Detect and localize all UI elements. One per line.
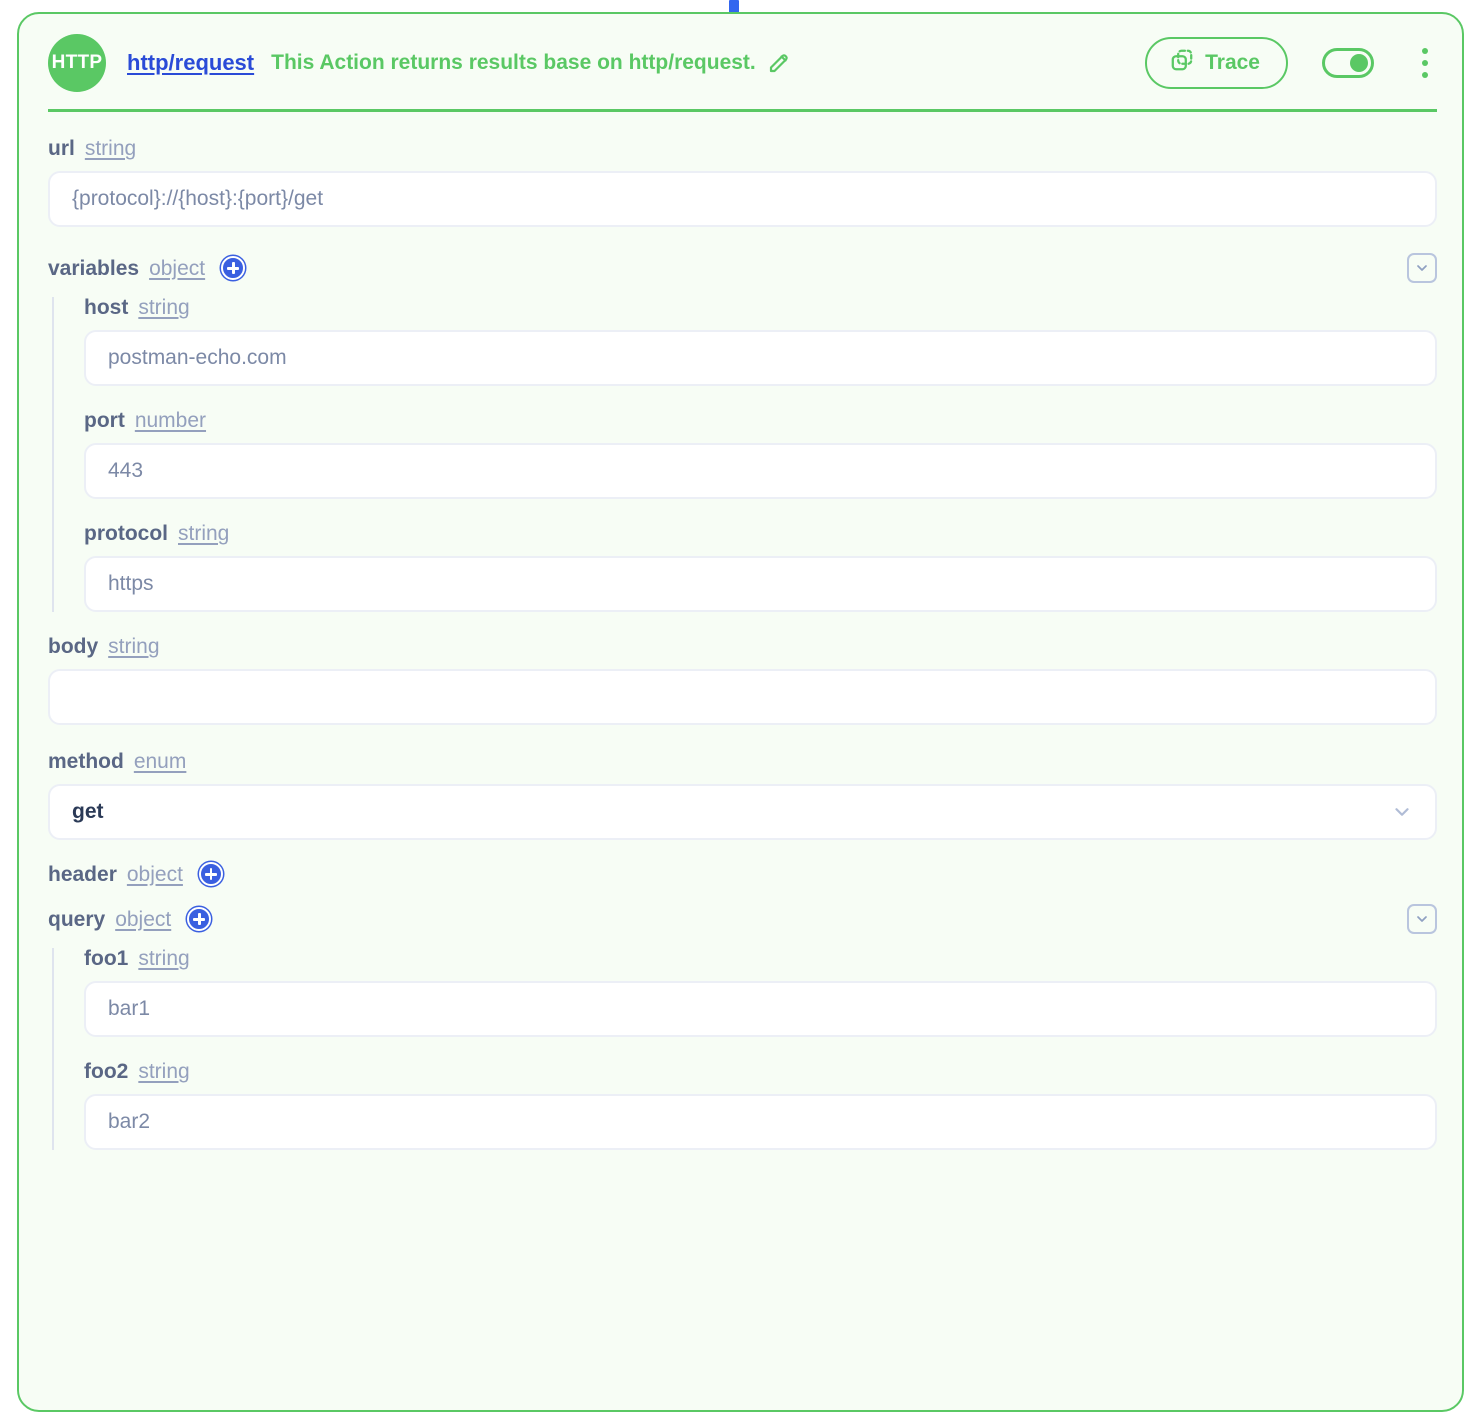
add-variable-button[interactable]: [221, 256, 246, 280]
field-label-host: host string: [84, 297, 1437, 318]
body-input[interactable]: [48, 669, 1437, 725]
field-type[interactable]: string: [138, 297, 189, 318]
field-type[interactable]: enum: [134, 751, 187, 772]
variables-children: host string postman-echo.com port number…: [52, 297, 1437, 612]
field-label-body: body string: [48, 636, 1437, 657]
field-name: body: [48, 635, 99, 658]
field-type[interactable]: object: [127, 864, 183, 885]
field-label-foo2: foo2 string: [84, 1061, 1437, 1082]
field-label-foo1: foo1 string: [84, 948, 1437, 969]
field-type[interactable]: string: [108, 636, 159, 657]
field-label-port: port number: [84, 410, 1437, 431]
host-input[interactable]: postman-echo.com: [84, 330, 1437, 386]
collapse-variables-button[interactable]: [1407, 253, 1437, 283]
field-name: url: [48, 137, 75, 160]
more-options-icon[interactable]: [1414, 48, 1436, 78]
add-header-button[interactable]: [198, 862, 223, 886]
field-label-header: header object: [48, 862, 1437, 886]
card-header: HTTP http/request This Action returns re…: [19, 14, 1462, 112]
field-name: method: [48, 750, 124, 773]
field-type[interactable]: string: [138, 1061, 189, 1082]
field-name: host: [84, 296, 129, 319]
field-type[interactable]: string: [138, 948, 189, 969]
field-name: query: [48, 907, 106, 931]
foo2-input[interactable]: bar2: [84, 1094, 1437, 1150]
field-label-url: url string: [48, 138, 1437, 159]
add-query-button[interactable]: [187, 907, 212, 931]
field-name: header: [48, 862, 117, 886]
field-name: port: [84, 409, 125, 432]
trace-button[interactable]: Trace: [1145, 37, 1288, 89]
fields-container: url string {protocol}://{host}:{port}/ge…: [19, 112, 1462, 1150]
kebab-dot: [1422, 60, 1428, 66]
action-name-link[interactable]: http/request: [127, 50, 254, 76]
method-select[interactable]: get: [48, 784, 1437, 840]
field-type[interactable]: string: [85, 138, 136, 159]
query-children: foo1 string bar1 foo2 string bar2: [52, 948, 1437, 1150]
header-actions: Trace: [1145, 37, 1442, 89]
method-selected-value: get: [72, 800, 104, 823]
action-description: This Action returns results base on http…: [271, 51, 756, 74]
http-request-action-card: HTTP http/request This Action returns re…: [17, 12, 1464, 1412]
url-input[interactable]: {protocol}://{host}:{port}/get: [48, 171, 1437, 227]
trace-copy-icon: [1169, 47, 1195, 79]
header-divider: [48, 109, 1437, 112]
http-badge: HTTP: [48, 34, 106, 92]
field-name: foo2: [84, 1060, 129, 1083]
enable-toggle[interactable]: [1322, 48, 1374, 78]
trace-button-label: Trace: [1205, 51, 1260, 74]
field-type[interactable]: object: [115, 909, 171, 930]
kebab-dot: [1422, 72, 1428, 78]
field-name: variables: [48, 256, 140, 280]
kebab-dot: [1422, 48, 1428, 54]
field-name: foo1: [84, 947, 129, 970]
field-type[interactable]: object: [149, 258, 205, 279]
field-label-query: query object: [48, 904, 1437, 934]
field-label-variables: variables object: [48, 253, 1437, 283]
field-label-method: method enum: [48, 751, 1437, 772]
field-type[interactable]: string: [178, 523, 229, 544]
field-type[interactable]: number: [135, 410, 206, 431]
foo1-input[interactable]: bar1: [84, 981, 1437, 1037]
collapse-query-button[interactable]: [1407, 904, 1437, 934]
protocol-input[interactable]: https: [84, 556, 1437, 612]
port-input[interactable]: 443: [84, 443, 1437, 499]
chevron-down-icon: [1391, 801, 1413, 823]
field-name: protocol: [84, 522, 168, 545]
toggle-knob: [1350, 54, 1368, 72]
field-label-protocol: protocol string: [84, 523, 1437, 544]
pencil-edit-icon[interactable]: [767, 51, 791, 75]
